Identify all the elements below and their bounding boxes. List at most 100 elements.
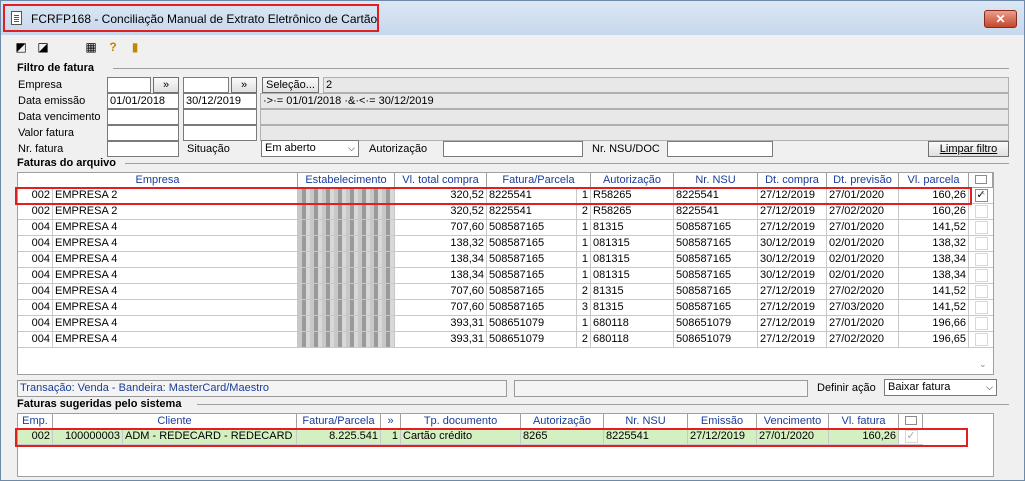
table-row[interactable]: 004EMPRESA 4xxxxxxx707,60508587165181315…	[18, 220, 993, 236]
table-row[interactable]: 002EMPRESA 2xxxxxxx320,5282255412R582658…	[18, 204, 993, 220]
cell-total: 707,60	[395, 220, 487, 236]
cell-vl: 196,65	[899, 332, 969, 348]
col-check[interactable]	[899, 414, 923, 429]
col-autorizacao[interactable]: Autorização	[591, 173, 674, 188]
table-row[interactable]: 004EMPRESA 4xxxxxxx138,32508587165108131…	[18, 236, 993, 252]
col-nsu[interactable]: Nr. NSU	[604, 414, 688, 429]
col-autorizacao[interactable]: Autorização	[521, 414, 604, 429]
data-emissao-from-input[interactable]: 01/01/2018	[107, 93, 179, 109]
col-fatura-parcela[interactable]: Fatura/Parcela	[297, 414, 381, 429]
sugeridas-section-title: Faturas sugeridas pelo sistema	[17, 398, 182, 410]
table-row[interactable]: 004EMPRESA 4xxxxxxx393,31508651079268011…	[18, 332, 993, 348]
status-secondary	[514, 380, 808, 397]
autorizacao-input[interactable]	[443, 141, 583, 157]
col-dt-compra[interactable]: Dt. compra	[758, 173, 827, 188]
col-fatura-parcela[interactable]: Fatura/Parcela	[487, 173, 591, 188]
cell-emp: 004	[18, 268, 53, 284]
cell-vl: 138,34	[899, 268, 969, 284]
close-button[interactable]: ✕	[984, 10, 1017, 28]
table-row[interactable]: 004EMPRESA 4xxxxxxx393,31508651079168011…	[18, 316, 993, 332]
empresa-from-browse-button[interactable]: »	[153, 77, 179, 93]
acao-select[interactable]: Baixar fatura ⌵	[884, 379, 997, 396]
cell-nsu: 508587165	[674, 268, 758, 284]
acao-value: Baixar fatura	[888, 381, 951, 393]
cell-compra: 27/12/2019	[758, 300, 827, 316]
cell-total: 138,34	[395, 268, 487, 284]
grid-icon[interactable]: ▦	[83, 39, 99, 55]
col-nsu[interactable]: Nr. NSU	[674, 173, 758, 188]
cell-emp: 004	[18, 252, 53, 268]
cell-fatura: 508587165	[487, 252, 577, 268]
situacao-select[interactable]: Em aberto ⌵	[261, 140, 359, 157]
cell-estab: xxxxxxx	[298, 220, 395, 236]
col-vl-parcela[interactable]: Vl. parcela	[899, 173, 969, 188]
data-emissao-to-input[interactable]: 30/12/2019	[183, 93, 257, 109]
scroll-up-icon[interactable]: ⌃	[979, 191, 987, 202]
nsu-input[interactable]	[667, 141, 773, 157]
col-vl-fatura[interactable]: Vl. fatura	[829, 414, 899, 429]
cell-total: 707,60	[395, 284, 487, 300]
cell-parc: 2	[577, 204, 591, 220]
transaction-status: Transação: Venda - Bandeira: MasterCard/…	[17, 380, 507, 397]
nsu-label: Nr. NSU/DOC	[592, 143, 660, 155]
select-all-checkbox[interactable]	[904, 416, 917, 425]
col-empresa[interactable]: Empresa	[18, 173, 298, 188]
window-icon[interactable]: ◪	[35, 39, 51, 55]
selected-row-highlight	[15, 187, 972, 205]
cell-vl: 138,32	[899, 236, 969, 252]
help-icon[interactable]: ?	[105, 39, 121, 55]
empresa-from-input[interactable]	[107, 77, 151, 93]
table-row[interactable]: 004EMPRESA 4xxxxxxx138,34508587165108131…	[18, 268, 993, 284]
cell-parc: 1	[577, 252, 591, 268]
cell-aut: 680118	[591, 332, 674, 348]
cell-empresa: EMPRESA 4	[53, 332, 298, 348]
faturas-section-title: Faturas do arquivo	[17, 157, 117, 169]
cell-empresa: EMPRESA 4	[53, 268, 298, 284]
cell-vl: 196,66	[899, 316, 969, 332]
selecao-button[interactable]: Seleção...	[262, 77, 319, 93]
col-cliente[interactable]: Cliente	[53, 414, 297, 429]
col-emp[interactable]: Emp.	[18, 414, 53, 429]
cell-parc: 1	[577, 236, 591, 252]
col-tp-documento[interactable]: Tp. documento	[401, 414, 521, 429]
faturas-scrollbar[interactable]: ⌃ ⌄	[975, 187, 991, 375]
cell-aut: 081315	[591, 236, 674, 252]
select-all-checkbox[interactable]	[974, 175, 987, 184]
nr-fatura-input[interactable]	[107, 141, 179, 157]
col-estabelecimento[interactable]: Estabelecimento	[298, 173, 395, 188]
cell-estab: xxxxxxx	[298, 300, 395, 316]
data-vencimento-to-input[interactable]	[183, 109, 257, 125]
valor-fatura-from-input[interactable]	[107, 125, 179, 141]
cell-parc: 1	[577, 220, 591, 236]
exit-door-icon[interactable]: ▮	[127, 39, 143, 55]
cell-emp: 004	[18, 316, 53, 332]
data-emissao-summary: ·>·= 01/01/2018 ·&·<·= 30/12/2019	[260, 93, 1009, 109]
empresa-to-input[interactable]	[183, 77, 229, 93]
col-emissao[interactable]: Emissão	[688, 414, 757, 429]
clear-filter-button[interactable]: Limpar filtro	[928, 141, 1009, 157]
cell-aut: 081315	[591, 252, 674, 268]
cell-fatura: 508587165	[487, 220, 577, 236]
empresa-to-browse-button[interactable]: »	[231, 77, 257, 93]
data-vencimento-from-input[interactable]	[107, 109, 179, 125]
cell-parc: 2	[577, 332, 591, 348]
col-dt-previsao[interactable]: Dt. previsão	[827, 173, 899, 188]
cell-compra: 30/12/2019	[758, 268, 827, 284]
sugeridas-table-header: Emp. Cliente Fatura/Parcela » Tp. docume…	[18, 414, 923, 429]
col-vencimento[interactable]: Vencimento	[757, 414, 829, 429]
cell-emp: 004	[18, 220, 53, 236]
cell-compra: 27/12/2019	[758, 220, 827, 236]
table-row[interactable]: 004EMPRESA 4xxxxxxx707,60508587165281315…	[18, 284, 993, 300]
table-row[interactable]: 004EMPRESA 4xxxxxxx707,60508587165381315…	[18, 300, 993, 316]
scroll-down-icon[interactable]: ⌄	[979, 359, 987, 370]
cell-prev: 27/02/2020	[827, 204, 899, 220]
col-expand[interactable]: »	[381, 414, 401, 429]
valor-fatura-to-input[interactable]	[183, 125, 257, 141]
situacao-value: Em aberto	[265, 142, 316, 154]
faturas-table-header: Empresa Estabelecimento Vl. total compra…	[18, 173, 993, 188]
table-row[interactable]: 004EMPRESA 4xxxxxxx138,34508587165108131…	[18, 252, 993, 268]
col-check[interactable]	[969, 173, 993, 188]
back-icon[interactable]: ◩	[13, 39, 29, 55]
cell-nsu: 508587165	[674, 220, 758, 236]
col-vl-total[interactable]: Vl. total compra	[395, 173, 487, 188]
